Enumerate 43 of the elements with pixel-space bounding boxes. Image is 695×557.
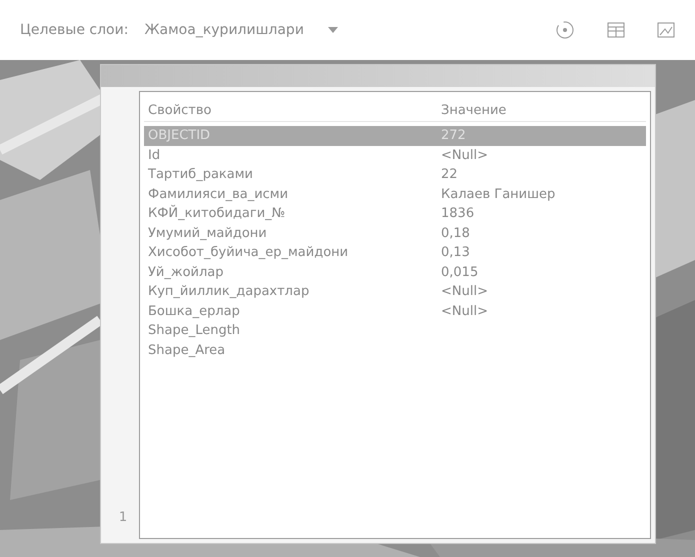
value-cell-text: 22 xyxy=(441,166,458,184)
column-header[interactable]: Значение xyxy=(441,100,506,120)
attribute-row[interactable]: Shape_Area xyxy=(144,340,646,360)
attribute-row[interactable]: Умумий_майдони 0,18 xyxy=(144,224,646,243)
attribute-row[interactable]: Хисобот_буйича_ер_майдони 0,13 xyxy=(144,243,646,262)
property-cell-text: КФЙ_китобидаги_№ xyxy=(147,204,286,223)
layer-dropdown[interactable]: Жамоа_курилишлари xyxy=(140,20,342,40)
property-cell-text: OBJECTID xyxy=(147,127,212,145)
attribute-row[interactable]: Id <Null> xyxy=(144,146,646,165)
table-icon[interactable] xyxy=(607,22,625,38)
attribute-row[interactable]: Куп_йиллик_дарахтлар <Null> xyxy=(144,282,646,302)
target-layers-label: Целевые слои: xyxy=(20,20,128,40)
attribute-row[interactable]: Shape_Length xyxy=(144,321,646,340)
property-cell-text: Shape_Length xyxy=(147,322,242,340)
property-cell-text: Куп_йиллик_дарахтлар xyxy=(147,283,310,301)
property-cell-text: Тартиб_раками xyxy=(147,166,254,184)
attribute-row[interactable]: Бошка_ерлар <Null> xyxy=(144,302,646,321)
value-cell-text: <Null> xyxy=(441,283,488,301)
value-cell-text: 0,18 xyxy=(441,224,470,242)
caret-icon xyxy=(328,27,338,33)
attribute-row[interactable]: КФЙ_китобидаги_№ 1836 xyxy=(144,204,646,224)
column-header[interactable]: Свойство xyxy=(144,100,441,120)
value-cell-text: 1836 xyxy=(441,205,474,223)
attribute-row[interactable]: Тартиб_раками 22 xyxy=(144,165,646,184)
property-cell-text: Id xyxy=(147,146,162,164)
value-cell-text: 0,13 xyxy=(441,244,470,262)
value-cell-text: 0,015 xyxy=(441,264,478,282)
property-cell-text: Хисобот_буйича_ер_майдони xyxy=(147,244,350,262)
value-cell-text: Калаев Ганишер xyxy=(441,186,556,204)
property-cell-text: Фамилияси_ва_исми xyxy=(147,186,290,204)
attribute-row[interactable]: Уй_жойлар 0,015 xyxy=(144,262,646,282)
attribute-row[interactable]: OBJECTID 272 xyxy=(144,126,646,146)
chart-icon[interactable] xyxy=(657,22,675,38)
property-cell-text: Бошка_ерлар xyxy=(147,302,241,320)
value-cell-text: <Null> xyxy=(441,302,488,320)
attribute-row[interactable]: Фамилияси_ва_исми Калаев Ганишер xyxy=(144,184,646,204)
record-number[interactable]: 1 xyxy=(118,508,128,527)
value-cell-text: <Null> xyxy=(441,146,488,164)
property-cell-text: Умумий_майдони xyxy=(147,224,268,242)
refresh-icon[interactable] xyxy=(555,20,575,40)
property-cell-text: Shape_Area xyxy=(147,342,226,360)
property-cell-text: Уй_жойлар xyxy=(147,264,225,282)
value-cell-text: 272 xyxy=(441,127,466,145)
